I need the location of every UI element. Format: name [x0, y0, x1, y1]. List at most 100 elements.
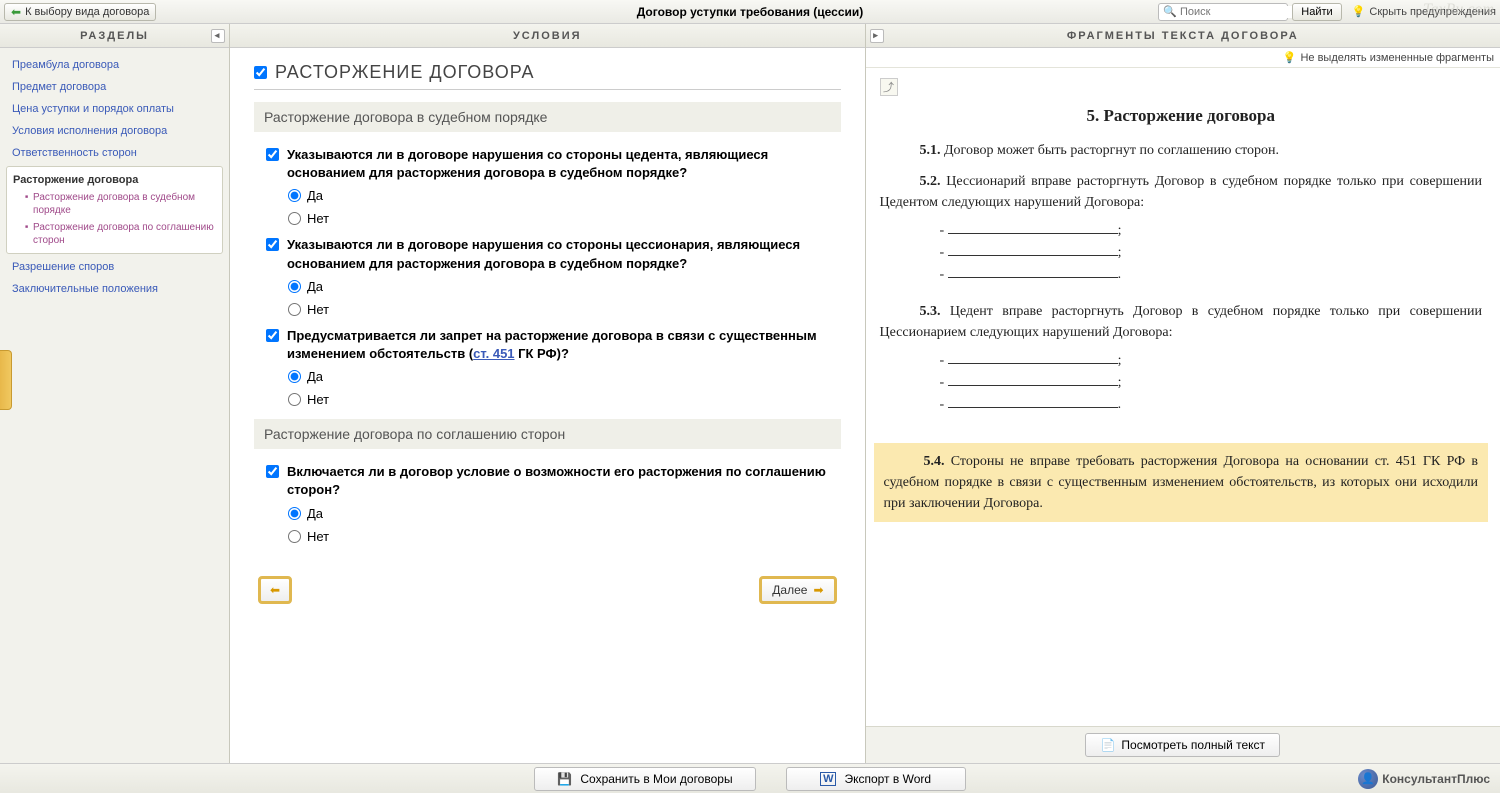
conditions-body: РАСТОРЖЕНИЕ ДОГОВОРА Расторжение договор… — [230, 48, 865, 763]
sidebar-item-disputes[interactable]: Разрешение споров — [0, 256, 229, 278]
q1-text: Указываются ли в договоре нарушения со с… — [287, 146, 841, 182]
section-title-row: РАСТОРЖЕНИЕ ДОГОВОРА — [254, 62, 841, 90]
blank-line: - ; — [940, 353, 1483, 369]
fragments-column: ▸ ФРАГМЕНТЫ ТЕКСТА ДОГОВОРА 💡 Не выделят… — [866, 24, 1500, 763]
fragments-toolbar: 💡 Не выделять измененные фрагменты — [866, 48, 1500, 68]
prev-button[interactable]: ⬅ — [258, 576, 292, 604]
sidebar-sub-agreement[interactable]: Расторжение договора по соглашению сторо… — [7, 219, 222, 249]
link-art451[interactable]: ст. 451 — [473, 346, 514, 361]
sidebar-item-price[interactable]: Цена уступки и порядок оплаты — [0, 98, 229, 120]
conditions-column: УСЛОВИЯ РАСТОРЖЕНИЕ ДОГОВОРА Расторжение… — [230, 24, 866, 763]
q3-text: Предусматривается ли запрет на расторжен… — [287, 327, 841, 363]
highlighted-clause-5-4: 5.4. Стороны не вправе требовать расторж… — [874, 443, 1489, 522]
blank-line: - . — [940, 267, 1483, 283]
blank-line: - ; — [940, 223, 1483, 239]
next-label: Далее — [772, 583, 807, 597]
side-ribbon-tab[interactable] — [0, 350, 12, 410]
word-icon: W — [820, 772, 836, 786]
view-full-label: Посмотреть полный текст — [1121, 738, 1265, 752]
q1-checkbox[interactable] — [266, 148, 279, 161]
back-label: К выбору вида договора — [25, 6, 149, 18]
save-icon: 💾 — [557, 772, 572, 786]
sidebar-collapse-button[interactable]: ◂ — [211, 29, 225, 43]
bulb-icon: 💡 — [1352, 5, 1366, 18]
main: РАЗДЕЛЫ ◂ Преамбула договора Предмет дог… — [0, 24, 1500, 763]
q4-yes[interactable]: Да — [254, 502, 841, 525]
sidebar: РАЗДЕЛЫ ◂ Преамбула договора Предмет дог… — [0, 24, 230, 763]
footer: 💾 Сохранить в Мои договоры W Экспорт в W… — [0, 763, 1500, 793]
brand-label: КонсультантПлюс — [1382, 772, 1490, 786]
save-to-my-contracts-button[interactable]: 💾 Сохранить в Мои договоры — [534, 767, 755, 791]
export-word-button[interactable]: W Экспорт в Word — [786, 767, 966, 791]
no-highlight-link[interactable]: 💡 Не выделять измененные фрагменты — [1283, 51, 1494, 64]
sidebar-item-execution[interactable]: Условия исполнения договора — [0, 120, 229, 142]
topbar: ⬅ К выбору вида договора Договор уступки… — [0, 0, 1500, 24]
hide-warnings-label: Скрыть предупреждения — [1369, 6, 1496, 18]
question-4: Включается ли в договор условие о возмож… — [254, 457, 841, 501]
brand-logo-icon: 👤 — [1358, 769, 1378, 789]
sidebar-header: РАЗДЕЛЫ ◂ — [0, 24, 229, 48]
sidebar-body: Преамбула договора Предмет договора Цена… — [0, 48, 229, 763]
nav-buttons: ⬅ Далее ➡ — [254, 576, 841, 616]
clause-5-1: 5.1. Договор может быть расторгнут по со… — [880, 140, 1483, 161]
sidebar-active-section: Расторжение договора Расторжение договор… — [6, 166, 223, 254]
view-full-text-button[interactable]: 📄 Посмотреть полный текст — [1085, 733, 1280, 757]
export-label: Экспорт в Word — [844, 772, 931, 786]
doc-heading: 5. Расторжение договора — [880, 106, 1483, 126]
arrow-right-icon: ➡ — [813, 583, 823, 597]
sidebar-item-liability[interactable]: Ответственность сторон — [0, 142, 229, 164]
hide-warnings-link[interactable]: 💡 Скрыть предупреждения — [1352, 5, 1496, 18]
subsection-agreement: Расторжение договора по соглашению сторо… — [254, 419, 841, 449]
subsection-judicial: Расторжение договора в судебном порядке — [254, 102, 841, 132]
arrow-left-icon: ⬅ — [11, 5, 21, 19]
back-to-contract-type-button[interactable]: ⬅ К выбору вида договора — [4, 3, 156, 21]
fragments-body: ⤴ 5. Расторжение договора 5.1. Договор м… — [866, 68, 1500, 726]
sidebar-sub-judicial[interactable]: Расторжение договора в судебном порядке — [7, 189, 222, 219]
view-full-row: 📄 Посмотреть полный текст — [866, 726, 1500, 763]
q3-checkbox[interactable] — [266, 329, 279, 342]
section-title: РАСТОРЖЕНИЕ ДОГОВОРА — [275, 62, 535, 83]
topbar-right: 🔍 ✎ Найти 💡 Скрыть предупреждения — [1158, 3, 1496, 21]
sidebar-header-label: РАЗДЕЛЫ — [80, 30, 149, 42]
section-checkbox[interactable] — [254, 66, 267, 79]
find-button[interactable]: Найти — [1292, 3, 1341, 21]
sidebar-item-preamble[interactable]: Преамбула договора — [0, 54, 229, 76]
fragments-collapse-button[interactable]: ▸ — [870, 29, 884, 43]
clause-5-2: 5.2. Цессионарий вправе расторгнуть Дого… — [880, 171, 1483, 213]
q4-checkbox[interactable] — [266, 465, 279, 478]
scroll-up-icon[interactable]: ⤴ — [880, 78, 898, 96]
blank-line: - . — [940, 397, 1483, 413]
q2-checkbox[interactable] — [266, 238, 279, 251]
q2-no[interactable]: Нет — [254, 298, 841, 321]
no-highlight-label: Не выделять измененные фрагменты — [1300, 52, 1494, 64]
conditions-header: УСЛОВИЯ — [230, 24, 865, 48]
fragments-header-label: ФРАГМЕНТЫ ТЕКСТА ДОГОВОРА — [1067, 30, 1299, 42]
clause-5-3: 5.3. Цедент вправе расторгнуть Договор в… — [880, 301, 1483, 343]
question-3: Предусматривается ли запрет на расторжен… — [254, 321, 841, 365]
q1-no[interactable]: Нет — [254, 207, 841, 230]
q3-no[interactable]: Нет — [254, 388, 841, 411]
blank-line: - ; — [940, 245, 1483, 261]
q2-text: Указываются ли в договоре нарушения со с… — [287, 236, 841, 272]
fragments-header: ▸ ФРАГМЕНТЫ ТЕКСТА ДОГОВОРА — [866, 24, 1500, 48]
question-2: Указываются ли в договоре нарушения со с… — [254, 230, 841, 274]
blank-line: - ; — [940, 375, 1483, 391]
save-label: Сохранить в Мои договоры — [580, 772, 732, 786]
sidebar-item-final[interactable]: Заключительные положения — [0, 278, 229, 300]
q3-yes[interactable]: Да — [254, 365, 841, 388]
next-button[interactable]: Далее ➡ — [759, 576, 836, 604]
brand: 👤 КонсультантПлюс — [1358, 769, 1490, 789]
arrow-left-icon: ⬅ — [270, 583, 280, 597]
search-icon: 🔍 — [1163, 5, 1177, 18]
question-1: Указываются ли в договоре нарушения со с… — [254, 140, 841, 184]
q4-no[interactable]: Нет — [254, 525, 841, 548]
sidebar-active-title[interactable]: Расторжение договора — [7, 171, 222, 189]
search-box[interactable]: 🔍 ✎ — [1158, 3, 1288, 21]
sidebar-item-subject[interactable]: Предмет договора — [0, 76, 229, 98]
conditions-header-label: УСЛОВИЯ — [513, 30, 582, 42]
q1-yes[interactable]: Да — [254, 184, 841, 207]
document-icon: 📄 — [1100, 738, 1115, 752]
q4-text: Включается ли в договор условие о возмож… — [287, 463, 841, 499]
bulb-icon: 💡 — [1283, 51, 1297, 64]
q2-yes[interactable]: Да — [254, 275, 841, 298]
